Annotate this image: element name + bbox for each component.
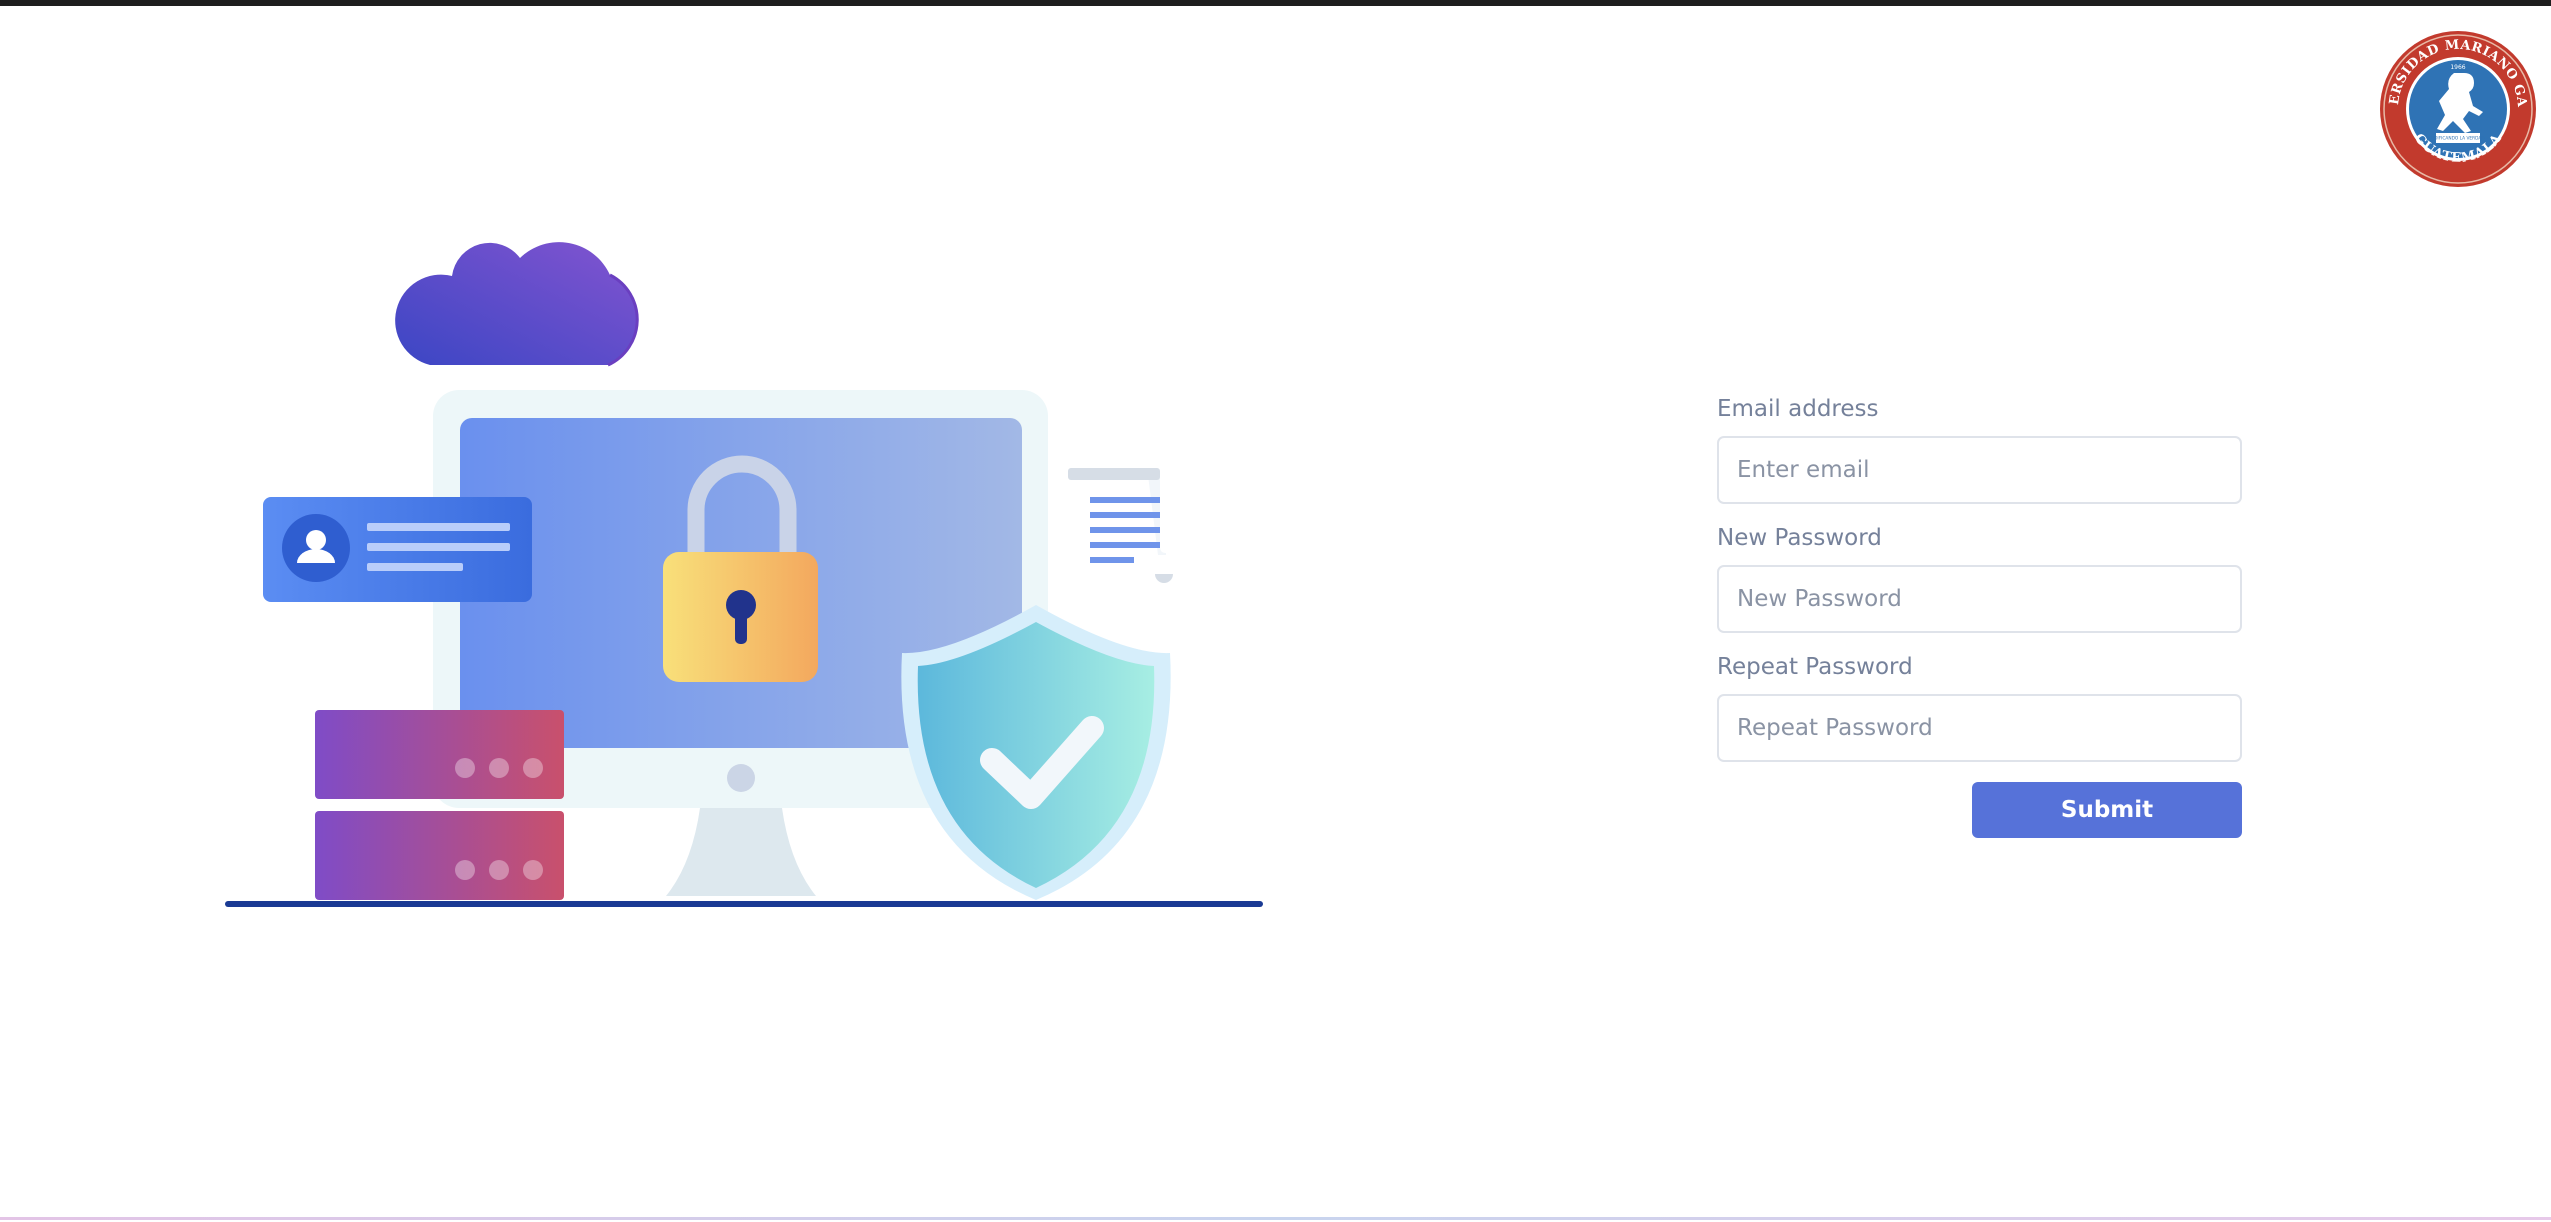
new-password-input[interactable] xyxy=(1717,565,2242,633)
submit-button[interactable]: Submit xyxy=(1972,782,2242,838)
university-logo: UNIVERSIDAD MARIANO GALVEZ GUATEMALA 196… xyxy=(2372,18,2538,189)
email-label: Email address xyxy=(1717,396,1879,422)
new-password-label: New Password xyxy=(1717,525,1882,551)
security-illustration xyxy=(220,200,1270,920)
logo-year: 1966 xyxy=(2450,64,2465,71)
document-icon xyxy=(1068,468,1173,583)
bottom-divider xyxy=(0,1217,2551,1220)
cloud-icon xyxy=(395,242,639,367)
user-card-icon xyxy=(263,497,532,602)
form-actions: Submit xyxy=(1717,782,2242,838)
logo-ribbon: EDIFICANDO LA VERDAD xyxy=(2431,136,2485,142)
shield-check-icon xyxy=(901,605,1171,900)
repeat-password-label: Repeat Password xyxy=(1717,654,1913,680)
floor-line xyxy=(225,901,1263,907)
password-reset-form: Email address New Password Repeat Passwo… xyxy=(1717,395,2242,838)
repeat-password-input[interactable] xyxy=(1717,694,2242,762)
top-bar xyxy=(0,0,2551,6)
email-input[interactable] xyxy=(1717,436,2242,504)
